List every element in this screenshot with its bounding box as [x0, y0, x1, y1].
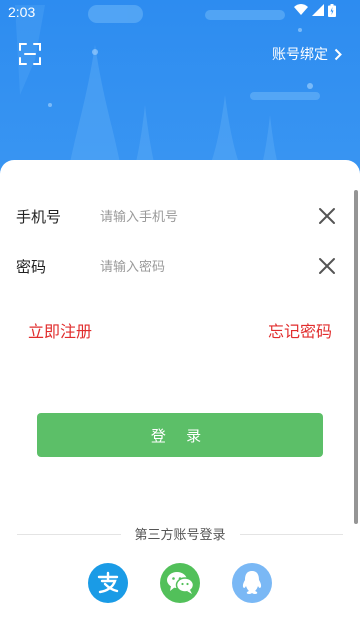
alipay-icon	[97, 571, 119, 594]
clear-password-icon[interactable]	[317, 256, 337, 276]
chevron-right-icon	[334, 48, 342, 60]
cell-signal-icon	[312, 4, 324, 16]
forgot-password-link[interactable]: 忘记密码	[268, 318, 332, 342]
password-input[interactable]	[100, 258, 300, 274]
scan-button[interactable]	[18, 42, 42, 66]
wechat-login-button[interactable]	[160, 563, 200, 603]
phone-field-row: 手机号	[0, 196, 360, 236]
battery-icon	[328, 4, 336, 17]
register-link[interactable]: 立即注册	[28, 318, 92, 342]
third-party-title: 第三方账号登录	[134, 527, 226, 542]
wechat-icon	[167, 572, 195, 594]
status-icons	[294, 4, 336, 17]
clear-phone-icon[interactable]	[317, 206, 337, 226]
scrollbar[interactable]	[354, 190, 358, 524]
alipay-login-button[interactable]	[88, 563, 128, 603]
login-button[interactable]: 登 录	[37, 413, 323, 457]
phone-label: 手机号	[16, 208, 62, 226]
account-binding-link[interactable]: 账号绑定	[272, 44, 342, 64]
phone-input[interactable]	[100, 208, 300, 224]
qq-icon	[242, 571, 262, 594]
scan-icon	[19, 43, 41, 65]
password-label: 密码	[16, 258, 47, 276]
status-bar: 2:03	[0, 0, 360, 24]
qq-login-button[interactable]	[232, 563, 272, 603]
password-field-row: 密码	[0, 246, 360, 286]
wifi-icon	[294, 4, 308, 15]
account-binding-label: 账号绑定	[272, 46, 328, 62]
status-time: 2:03	[8, 4, 36, 20]
